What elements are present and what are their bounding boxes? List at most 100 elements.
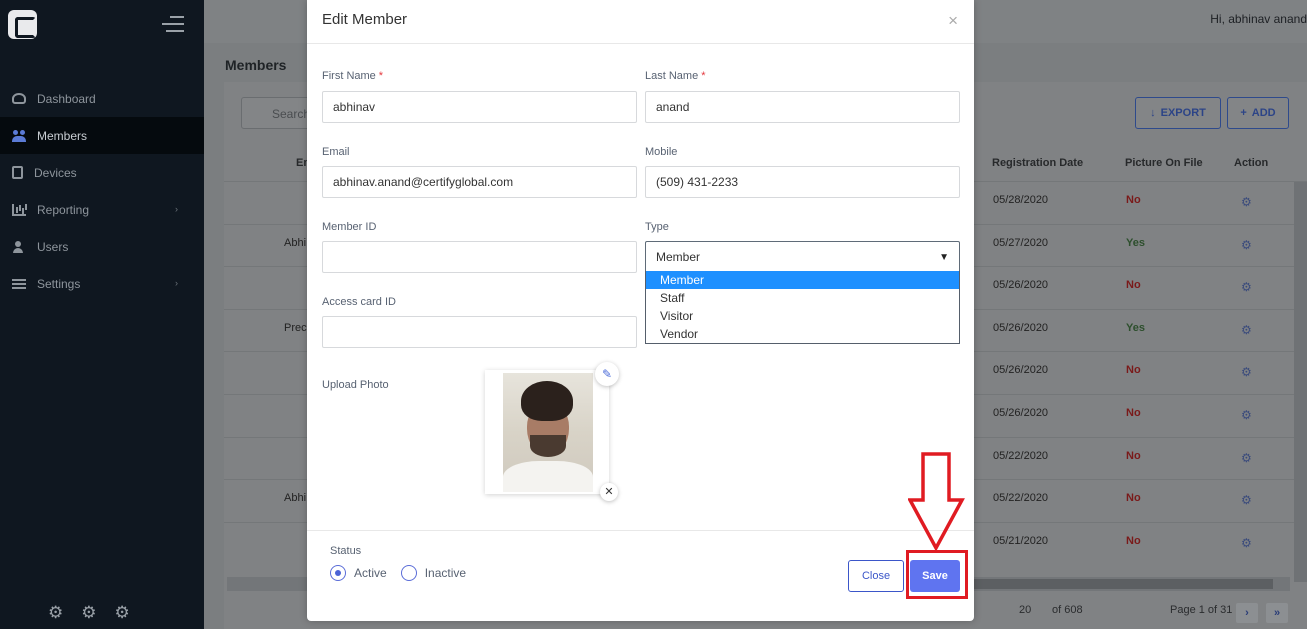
reporting-icon bbox=[12, 203, 26, 216]
sidebar-item-label: Members bbox=[37, 128, 88, 143]
save-button-highlight bbox=[906, 550, 968, 599]
status-inactive-radio[interactable] bbox=[400, 565, 417, 581]
plus-icon: + bbox=[1240, 107, 1247, 119]
devices-icon bbox=[12, 166, 23, 179]
sidebar-item-label: Reporting bbox=[37, 202, 90, 217]
type-select-value: Member bbox=[656, 250, 701, 264]
sidebar-nav: Dashboard Members Devices Reporting › Us… bbox=[0, 80, 204, 302]
menu-toggle-icon[interactable] bbox=[160, 16, 184, 34]
user-settings-icon[interactable]: ⚙ bbox=[48, 603, 63, 623]
total-records: of 608 bbox=[1052, 604, 1083, 616]
column-header-picture[interactable]: Picture On File bbox=[1125, 157, 1203, 169]
status-label: Status bbox=[330, 545, 362, 557]
modal-header: Edit Member × bbox=[307, 0, 974, 44]
annotation-arrow-icon bbox=[908, 452, 965, 552]
type-option-member[interactable]: Member bbox=[646, 271, 959, 289]
search-input[interactable]: Search bbox=[241, 97, 311, 129]
mobile-label: Mobile bbox=[645, 146, 678, 158]
table-cell-name: Prec bbox=[284, 322, 307, 334]
status-active-radio[interactable] bbox=[330, 565, 346, 581]
table-cell-date: 05/26/2020 bbox=[993, 407, 1049, 419]
table-cell-date: 05/21/2020 bbox=[993, 535, 1049, 547]
sidebar-item-label: Dashboard bbox=[37, 91, 96, 106]
last-name-input[interactable]: anand bbox=[645, 91, 960, 123]
type-dropdown: Member Staff Visitor Vendor bbox=[645, 271, 960, 344]
members-icon bbox=[12, 129, 26, 142]
first-name-label: First Name * bbox=[322, 70, 384, 82]
access-card-input[interactable] bbox=[322, 316, 637, 348]
table-cell-date: 05/26/2020 bbox=[993, 364, 1049, 376]
add-button[interactable]: + ADD bbox=[1227, 97, 1289, 129]
table-cell-picture: No bbox=[1126, 450, 1141, 462]
email-label: Email bbox=[322, 146, 350, 158]
table-cell-name: Abhi bbox=[284, 237, 307, 249]
sidebar-footer: ⚙ ⚙ ⚙ bbox=[48, 603, 130, 623]
status-radio-group: Active Inactive bbox=[330, 565, 480, 581]
sidebar-item-reporting[interactable]: Reporting › bbox=[0, 191, 204, 228]
dashboard-icon bbox=[12, 93, 26, 104]
status-inactive-label[interactable]: Inactive bbox=[425, 566, 466, 580]
gear-icon[interactable]: ⚙ bbox=[115, 603, 130, 623]
row-settings-icon[interactable]: ⚙ bbox=[1241, 238, 1252, 252]
type-option-vendor[interactable]: Vendor bbox=[646, 325, 959, 343]
gears-icon[interactable]: ⚙ bbox=[81, 603, 96, 623]
sidebar-item-dashboard[interactable]: Dashboard bbox=[0, 80, 204, 117]
next-page-button[interactable]: › bbox=[1236, 603, 1258, 623]
first-name-input[interactable]: abhinav bbox=[322, 91, 637, 123]
edit-member-modal: Edit Member × First Name * abhinav Last N… bbox=[307, 0, 974, 621]
row-settings-icon[interactable]: ⚙ bbox=[1241, 195, 1252, 209]
row-settings-icon[interactable]: ⚙ bbox=[1241, 493, 1252, 507]
table-cell-date: 05/27/2020 bbox=[993, 237, 1049, 249]
status-active-label[interactable]: Active bbox=[354, 566, 387, 580]
app-logo[interactable] bbox=[8, 10, 37, 39]
upload-photo-label: Upload Photo bbox=[322, 379, 389, 391]
download-icon: ↓ bbox=[1150, 107, 1156, 119]
page-size-select[interactable]: 20 bbox=[1019, 604, 1031, 616]
table-cell-date: 05/28/2020 bbox=[993, 194, 1049, 206]
email-input[interactable]: abhinav.anand@certifyglobal.com bbox=[322, 166, 637, 198]
page-title: Members bbox=[225, 57, 287, 73]
type-option-staff[interactable]: Staff bbox=[646, 289, 959, 307]
caret-down-icon: ▼ bbox=[939, 251, 949, 263]
row-settings-icon[interactable]: ⚙ bbox=[1241, 451, 1252, 465]
row-settings-icon[interactable]: ⚙ bbox=[1241, 280, 1252, 294]
user-greeting[interactable]: Hi, abhinav anand bbox=[1210, 12, 1307, 26]
users-icon bbox=[12, 240, 26, 253]
sidebar-item-settings[interactable]: Settings › bbox=[0, 265, 204, 302]
table-cell-date: 05/26/2020 bbox=[993, 279, 1049, 291]
chevron-right-icon: › bbox=[175, 204, 178, 214]
table-cell-picture: No bbox=[1126, 407, 1141, 419]
row-settings-icon[interactable]: ⚙ bbox=[1241, 323, 1252, 337]
type-select[interactable]: Member ▼ bbox=[645, 241, 960, 273]
page-info: Page 1 of 31 bbox=[1170, 604, 1233, 616]
sidebar-item-devices[interactable]: Devices bbox=[0, 154, 204, 191]
table-cell-picture: Yes bbox=[1126, 237, 1145, 249]
mobile-input[interactable]: (509) 431-2233 bbox=[645, 166, 960, 198]
table-cell-picture: Yes bbox=[1126, 322, 1145, 334]
remove-photo-icon[interactable]: ✕ bbox=[600, 483, 618, 501]
edit-photo-icon[interactable]: ✎ bbox=[595, 362, 619, 386]
row-settings-icon[interactable]: ⚙ bbox=[1241, 408, 1252, 422]
type-option-visitor[interactable]: Visitor bbox=[646, 307, 959, 325]
row-settings-icon[interactable]: ⚙ bbox=[1241, 365, 1252, 379]
sidebar-item-members[interactable]: Members bbox=[0, 117, 204, 154]
table-cell-picture: No bbox=[1126, 535, 1141, 547]
table-cell-date: 05/22/2020 bbox=[993, 450, 1049, 462]
chevron-right-icon: › bbox=[175, 278, 178, 288]
column-header-registration-date[interactable]: Registration Date bbox=[992, 157, 1083, 169]
close-icon[interactable]: × bbox=[948, 12, 958, 29]
table-cell-picture: No bbox=[1126, 492, 1141, 504]
sidebar-item-label: Settings bbox=[37, 276, 81, 291]
row-settings-icon[interactable]: ⚙ bbox=[1241, 536, 1252, 550]
member-id-input[interactable] bbox=[322, 241, 637, 273]
scrollbar-thumb[interactable] bbox=[973, 579, 1273, 589]
type-label: Type bbox=[645, 221, 669, 233]
table-cell-date: 05/26/2020 bbox=[993, 322, 1049, 334]
last-name-label: Last Name * bbox=[645, 70, 706, 82]
sidebar-item-users[interactable]: Users bbox=[0, 228, 204, 265]
export-button[interactable]: ↓ EXPORT bbox=[1135, 97, 1221, 129]
close-button[interactable]: Close bbox=[848, 560, 904, 592]
vertical-scrollbar[interactable] bbox=[1294, 182, 1307, 582]
last-page-button[interactable]: » bbox=[1266, 603, 1288, 623]
modal-title: Edit Member bbox=[322, 11, 408, 28]
